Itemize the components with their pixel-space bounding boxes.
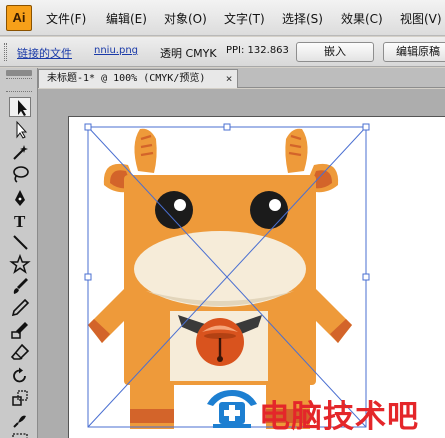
embed-button[interactable]: 嵌入	[296, 42, 374, 62]
star-tool-icon[interactable]	[9, 253, 31, 274]
menu-select[interactable]: 选择(S)	[282, 10, 323, 27]
menu-edit[interactable]: 编辑(E)	[106, 10, 147, 27]
free-transform-tool-icon[interactable]	[9, 430, 31, 438]
document-tab-title: 未标题-1* @ 100% (CMYK/预览)	[47, 73, 206, 84]
menu-view[interactable]: 视图(V)	[400, 10, 442, 27]
document-tab-strip: 未标题-1* @ 100% (CMYK/预览) ×	[38, 68, 445, 88]
blob-brush-tool-icon[interactable]	[9, 320, 31, 340]
magic-wand-tool-icon[interactable]	[9, 142, 31, 162]
menu-object[interactable]: 对象(O)	[164, 10, 207, 27]
menu-file[interactable]: 文件(F)	[46, 10, 86, 27]
left-horn	[134, 128, 157, 173]
file-name-link[interactable]: nniu.png	[94, 45, 138, 56]
control-bar-grip[interactable]	[4, 43, 7, 61]
menu-type[interactable]: 文字(T)	[224, 10, 265, 27]
watermark-text: 电脑技术吧	[259, 399, 419, 435]
watermark-logo-icon	[207, 390, 257, 428]
color-mode-label: 透明 CMYK	[160, 47, 217, 60]
line-tool-icon[interactable]	[9, 232, 31, 252]
svg-text:T: T	[14, 212, 26, 230]
ppi-readout: PPI: 132.863	[226, 45, 289, 56]
selection-tool-icon[interactable]	[9, 97, 31, 117]
toolbox: T	[0, 68, 38, 438]
scale-tool-icon[interactable]	[9, 388, 31, 408]
edit-original-button[interactable]: 编辑原稿	[383, 42, 445, 62]
paintbrush-tool-icon[interactable]	[9, 276, 31, 296]
handle-top-middle	[223, 123, 231, 131]
menu-bar: Ai 文件(F) 编辑(E) 对象(O) 文字(T) 选择(S) 效果(C) 视…	[0, 0, 445, 36]
app-logo: Ai	[6, 5, 32, 31]
watermark: 电脑技术吧	[205, 386, 445, 435]
document-tab[interactable]: 未标题-1* @ 100% (CMYK/预览) ×	[38, 69, 238, 88]
eraser-tool-icon[interactable]	[9, 342, 31, 362]
toolbox-header[interactable]	[6, 70, 32, 76]
right-eye	[250, 191, 288, 229]
control-bar: 链接的文件 nniu.png 透明 CMYK PPI: 132.863 嵌入 编…	[0, 37, 445, 67]
handle-top-right	[362, 123, 370, 131]
lasso-tool-icon[interactable]	[9, 164, 31, 184]
type-tool-icon[interactable]: T	[9, 210, 31, 231]
menu-effect[interactable]: 效果(C)	[341, 10, 383, 27]
handle-middle-right	[362, 273, 370, 281]
rotate-tool-icon[interactable]	[9, 366, 31, 386]
pencil-tool-icon[interactable]	[9, 298, 31, 318]
handle-middle-left	[84, 273, 92, 281]
left-eye	[155, 191, 193, 229]
right-horn	[285, 128, 308, 173]
direct-selection-tool-icon[interactable]	[9, 120, 31, 140]
linked-file-link[interactable]: 链接的文件	[17, 45, 72, 61]
pen-tool-icon[interactable]	[9, 188, 31, 208]
close-icon[interactable]: ×	[223, 73, 235, 85]
warp-tool-icon[interactable]	[9, 410, 31, 430]
toolbox-grip[interactable]	[6, 78, 32, 92]
handle-top-left	[84, 123, 92, 131]
